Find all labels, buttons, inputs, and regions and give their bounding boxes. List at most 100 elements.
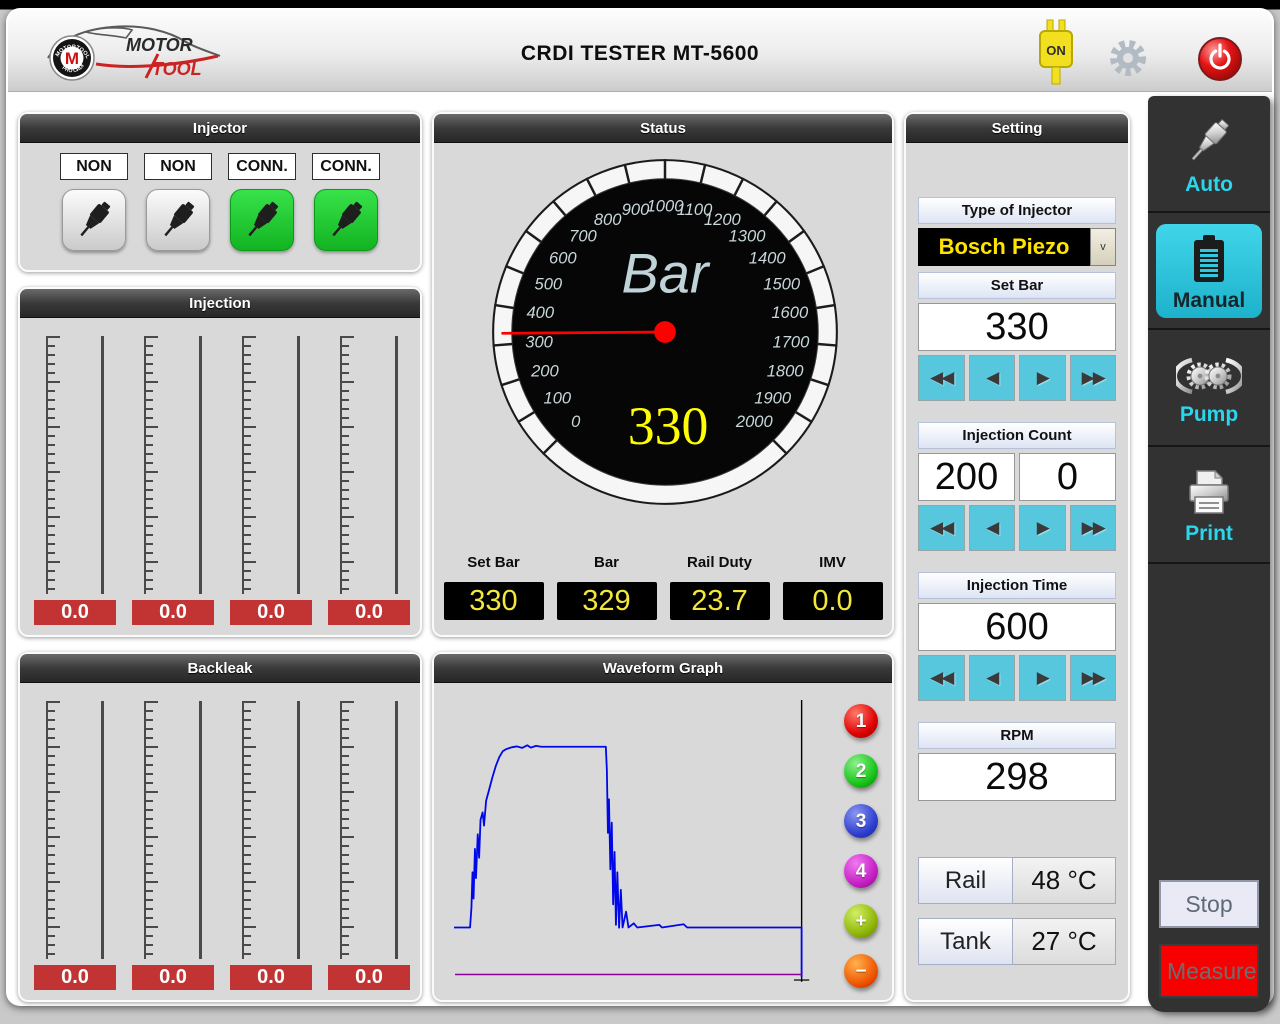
meter-track <box>297 701 300 959</box>
pump-gears-icon <box>1176 352 1242 400</box>
injection-count-down-button[interactable]: ◀ <box>969 505 1016 551</box>
set-bar-up-button[interactable]: ▶ <box>1019 355 1066 401</box>
auto-injector-icon <box>1181 114 1237 170</box>
zoom-out-button[interactable]: − <box>844 954 878 988</box>
meter-track <box>199 336 202 594</box>
svg-text:200: 200 <box>530 362 559 381</box>
meter-track <box>395 701 398 959</box>
injector-panel: Injector NON NON CONN. <box>18 112 422 272</box>
injection-meter-2: 0.0 <box>124 334 222 626</box>
setting-panel: Setting Type of Injector Bosch Piezo v S… <box>904 112 1130 1002</box>
channel-1-button[interactable]: 1 <box>844 704 878 738</box>
injection-meter-4: 0.0 <box>320 334 418 626</box>
injector-button-4[interactable] <box>314 189 378 251</box>
channel-2-button[interactable]: 2 <box>844 754 878 788</box>
scale-ruler <box>46 336 61 594</box>
settings-gear-icon[interactable] <box>1106 36 1150 82</box>
backleak-panel: Backleak 0.0 0.0 0.0 0.0 <box>18 652 422 1002</box>
gauge-unit-label: Bar <box>622 242 711 305</box>
zoom-in-button[interactable]: + <box>844 904 878 938</box>
measure-button[interactable]: Measure <box>1159 944 1259 998</box>
injector-status-label: CONN. <box>228 153 296 180</box>
readout-label: Set Bar <box>444 554 544 571</box>
injection-count-label: Injection Count <box>918 422 1116 449</box>
set-bar-fast-down-button[interactable]: ◀◀ <box>918 355 965 401</box>
injector-channel-1: NON <box>60 153 128 251</box>
set-bar-down-button[interactable]: ◀ <box>969 355 1016 401</box>
backleak-meter-3: 0.0 <box>222 699 320 991</box>
rpm-label: RPM <box>918 722 1116 749</box>
power-button[interactable] <box>1196 35 1244 83</box>
backleak-value: 0.0 <box>229 964 313 991</box>
injector-status-label: NON <box>144 153 212 180</box>
sidebar-item-print[interactable]: Print <box>1148 447 1270 564</box>
injection-count-fast-down-button[interactable]: ◀◀ <box>918 505 965 551</box>
svg-text:600: 600 <box>549 248 577 267</box>
waveform-panel-title: Waveform Graph <box>434 654 892 683</box>
injection-time-value: 600 <box>918 603 1116 651</box>
scale-ruler <box>144 701 159 959</box>
backleak-meter-1: 0.0 <box>26 699 124 991</box>
svg-text:1400: 1400 <box>749 248 787 267</box>
svg-text:0: 0 <box>571 412 581 431</box>
injection-panel-title: Injection <box>20 289 420 318</box>
injector-type-dropdown-button[interactable]: v <box>1090 228 1116 266</box>
sidebar: Auto Manual <box>1148 96 1270 1012</box>
readout-lcd: 23.7 <box>670 582 770 620</box>
sidebar-item-label: Manual <box>1173 289 1245 313</box>
readout-label: Rail Duty <box>670 554 770 571</box>
gauge-hub <box>654 321 676 343</box>
readout-lcd: 0.0 <box>783 582 883 620</box>
injection-time-fast-down-button[interactable]: ◀◀ <box>918 655 965 701</box>
set-bar-label: Set Bar <box>918 272 1116 299</box>
sidebar-item-label: Pump <box>1180 403 1238 427</box>
injector-status-label: NON <box>60 153 128 180</box>
readout-setbar: Set Bar 330 <box>444 554 544 620</box>
meter-track <box>297 336 300 594</box>
svg-text:1700: 1700 <box>773 333 811 352</box>
waveform-plot <box>454 700 810 992</box>
meter-track <box>395 336 398 594</box>
svg-text:100: 100 <box>544 389 572 408</box>
injection-panel: Injection 0.0 0.0 0.0 0.0 <box>18 287 422 637</box>
rpm-group: RPM 298 <box>918 722 1116 801</box>
injector-button-3[interactable] <box>230 189 294 251</box>
rail-temp-row: Rail 48 °C <box>918 857 1116 904</box>
injector-button-2[interactable] <box>146 189 210 251</box>
injector-button-1[interactable] <box>62 189 126 251</box>
sidebar-item-pump[interactable]: Pump <box>1148 330 1270 447</box>
injector-panel-title: Injector <box>20 114 420 143</box>
injection-value: 0.0 <box>229 599 313 626</box>
rail-temp-value: 48 °C <box>1013 857 1116 904</box>
status-panel-title: Status <box>434 114 892 143</box>
set-bar-value: 330 <box>918 303 1116 351</box>
sidebar-item-auto[interactable]: Auto <box>1148 96 1270 213</box>
channel-4-button[interactable]: 4 <box>844 854 878 888</box>
stop-button[interactable]: Stop <box>1159 880 1259 928</box>
injection-time-up-button[interactable]: ▶ <box>1019 655 1066 701</box>
waveform-panel: Waveform Graph 1 2 3 4 + − <box>432 652 894 1002</box>
backleak-value: 0.0 <box>131 964 215 991</box>
injection-count-current: 0 <box>1019 453 1116 501</box>
injection-time-fast-up-button[interactable]: ▶▶ <box>1070 655 1117 701</box>
backleak-value: 0.0 <box>33 964 117 991</box>
injector-type-select[interactable]: Bosch Piezo <box>918 228 1090 266</box>
scale-ruler <box>340 336 355 594</box>
scale-ruler <box>144 336 159 594</box>
injection-count-fast-up-button[interactable]: ▶▶ <box>1070 505 1117 551</box>
scale-ruler <box>242 336 257 594</box>
svg-text:800: 800 <box>594 210 622 229</box>
injection-time-down-button[interactable]: ◀ <box>969 655 1016 701</box>
readout-lcd: 329 <box>557 582 657 620</box>
usb-power-toggle[interactable]: ON <box>1034 18 1078 86</box>
readout-railduty: Rail Duty 23.7 <box>670 554 770 620</box>
scale-ruler <box>242 701 257 959</box>
injection-meter-1: 0.0 <box>26 334 124 626</box>
readout-label: Bar <box>557 554 657 571</box>
channel-3-button[interactable]: 3 <box>844 804 878 838</box>
sidebar-item-manual[interactable]: Manual <box>1148 213 1270 330</box>
set-bar-fast-up-button[interactable]: ▶▶ <box>1070 355 1117 401</box>
readout-bar: Bar 329 <box>557 554 657 620</box>
injection-count-up-button[interactable]: ▶ <box>1019 505 1066 551</box>
gauge-value: 330 <box>628 396 709 456</box>
